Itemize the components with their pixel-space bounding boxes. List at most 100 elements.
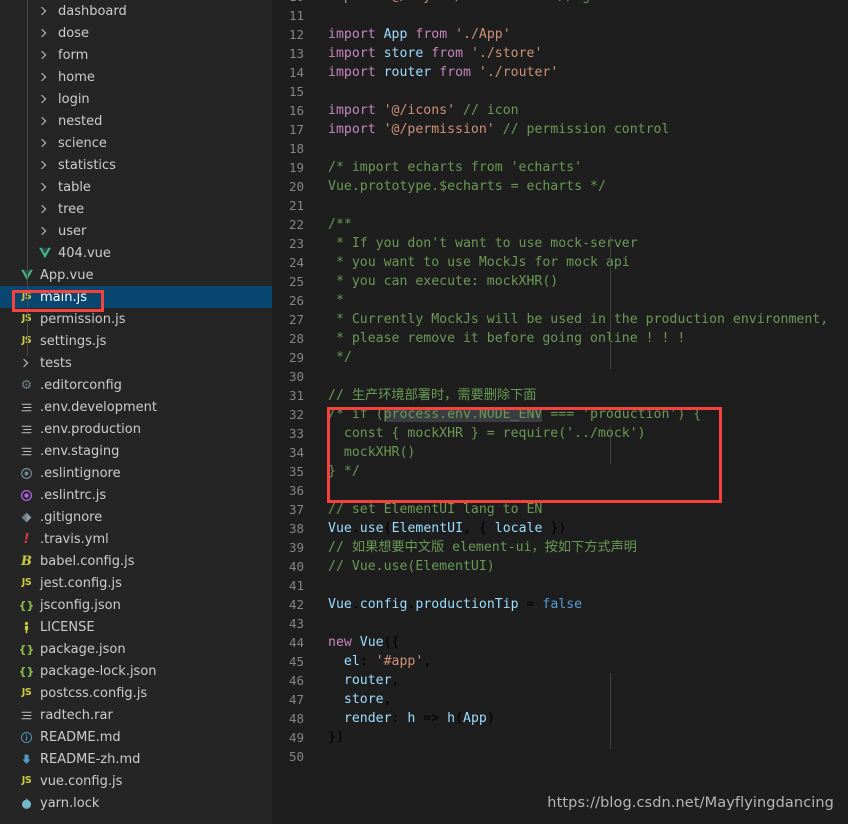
code-line-text[interactable]: * you can execute: mockXHR()	[318, 272, 848, 291]
code-line[interactable]: 17 import '@/permission' // permission co…	[272, 120, 848, 139]
sidebar-item-vue-config-js[interactable]: JS vue.config.js	[0, 770, 272, 792]
code-line-text[interactable]: * If you don't want to use mock-server	[318, 234, 848, 253]
code-line-text[interactable]: // Vue.use(ElementUI)	[318, 557, 848, 576]
code-line-text[interactable]: mockXHR()	[318, 443, 848, 462]
code-editor[interactable]: 10import '@/styles/index.scss' // global…	[272, 0, 848, 824]
sidebar-item-tree[interactable]: tree	[0, 198, 272, 220]
sidebar-item-babel-config-js[interactable]: Bbabel.config.js	[0, 550, 272, 572]
sidebar-item-settings-js[interactable]: JSsettings.js	[0, 330, 272, 352]
sidebar-item-package-json[interactable]: {} package.json	[0, 638, 272, 660]
chevron-right-icon[interactable]	[36, 203, 49, 216]
sidebar-item-license[interactable]: LICENSE	[0, 616, 272, 638]
code-line-text[interactable]: */	[318, 348, 848, 367]
sidebar-item-travis-yml[interactable]: ! .travis.yml	[0, 528, 272, 550]
code-line[interactable]: 22 /**	[272, 215, 848, 234]
code-line-text[interactable]: // 如果想要中文版 element-ui，按如下方式声明	[318, 538, 848, 557]
code-line-text[interactable]: import '@/permission' // permission cont…	[318, 120, 848, 139]
code-line-text[interactable]: Vue.use(ElementUI, { locale })	[318, 519, 848, 538]
code-line[interactable]: 28 * please remove it before going onlin…	[272, 329, 848, 348]
code-line-text[interactable]: import store from './store'	[318, 44, 848, 63]
code-line[interactable]: 35} */	[272, 462, 848, 481]
file-explorer-sidebar[interactable]: dashboard dose form home login nested science s…	[0, 0, 272, 824]
code-line[interactable]: 32 /* if (process.env.NODE_ENV === 'produ…	[272, 405, 848, 424]
code-line[interactable]: 36	[272, 481, 848, 500]
code-line[interactable]: 16 import '@/icons' // icon	[272, 101, 848, 120]
chevron-right-icon[interactable]	[36, 225, 49, 238]
code-line[interactable]: 49})	[272, 728, 848, 747]
code-line-text[interactable]: Vue.config.productionTip = false	[318, 595, 848, 614]
chevron-right-icon[interactable]	[36, 159, 49, 172]
code-line-text[interactable]: /**	[318, 215, 848, 234]
chevron-right-icon[interactable]	[36, 181, 49, 194]
code-line[interactable]: 14 import router from './router'	[272, 63, 848, 82]
code-line[interactable]: 23 * If you don't want to use mock-serve…	[272, 234, 848, 253]
code-line[interactable]: 15	[272, 82, 848, 101]
sidebar-item-jsconfig-json[interactable]: {} jsconfig.json	[0, 594, 272, 616]
sidebar-item-readme-md[interactable]: README.md	[0, 726, 272, 748]
sidebar-item-radtech-rar[interactable]: radtech.rar	[0, 704, 272, 726]
code-line-text[interactable]: // set ElementUI lang to EN	[318, 500, 848, 519]
code-line[interactable]: 33 const { mockXHR } = require('../mock'…	[272, 424, 848, 443]
code-line[interactable]: 38 Vue.use(ElementUI, { locale })	[272, 519, 848, 538]
sidebar-item-tests[interactable]: tests	[0, 352, 272, 374]
code-line[interactable]: 50	[272, 747, 848, 766]
chevron-right-icon[interactable]	[36, 137, 49, 150]
code-line[interactable]: 40 // Vue.use(ElementUI)	[272, 557, 848, 576]
sidebar-item-app-vue[interactable]: App.vue	[0, 264, 272, 286]
code-line[interactable]: 34 mockXHR()	[272, 443, 848, 462]
code-content[interactable]: 10import '@/styles/index.scss' // global…	[272, 0, 848, 766]
code-line[interactable]: 48 render: h => h(App)	[272, 709, 848, 728]
sidebar-item-yarn-lock[interactable]: yarn.lock	[0, 792, 272, 814]
sidebar-item-table[interactable]: table	[0, 176, 272, 198]
sidebar-item-home[interactable]: home	[0, 66, 272, 88]
sidebar-item-readme-zh-md[interactable]: README-zh.md	[0, 748, 272, 770]
code-line-text[interactable]: /* if (process.env.NODE_ENV === 'product…	[318, 405, 848, 424]
code-line-text[interactable]: el: '#app',	[318, 652, 848, 671]
code-line[interactable]: 29 */	[272, 348, 848, 367]
code-line-text[interactable]: render: h => h(App)	[318, 709, 848, 728]
code-line[interactable]: 26 *	[272, 291, 848, 310]
sidebar-item-user[interactable]: user	[0, 220, 272, 242]
sidebar-item-main-js[interactable]: JSmain.js	[0, 286, 272, 308]
code-line-text[interactable]: })	[318, 728, 848, 747]
sidebar-item-404-vue[interactable]: 404.vue	[0, 242, 272, 264]
code-line[interactable]: 43	[272, 614, 848, 633]
code-line-text[interactable]: store,	[318, 690, 848, 709]
code-line[interactable]: 30	[272, 367, 848, 386]
code-line-text[interactable]: router,	[318, 671, 848, 690]
code-line-text[interactable]: Vue.prototype.$echarts = echarts */	[318, 177, 848, 196]
code-line[interactable]: 44 new Vue({	[272, 633, 848, 652]
sidebar-item-jest-config-js[interactable]: JS jest.config.js	[0, 572, 272, 594]
sidebar-item-env-production[interactable]: .env.production	[0, 418, 272, 440]
code-line[interactable]: 21	[272, 196, 848, 215]
code-line[interactable]: 24 * you want to use MockJs for mock api	[272, 253, 848, 272]
code-line[interactable]: 13 import store from './store'	[272, 44, 848, 63]
chevron-right-icon[interactable]	[36, 71, 49, 84]
chevron-right-icon[interactable]	[18, 357, 31, 370]
code-line[interactable]: 47 store,	[272, 690, 848, 709]
sidebar-item-postcss-config-js[interactable]: JS postcss.config.js	[0, 682, 272, 704]
sidebar-item-gitignore[interactable]: .gitignore	[0, 506, 272, 528]
sidebar-item-science[interactable]: science	[0, 132, 272, 154]
code-line-text[interactable]: import '@/icons' // icon	[318, 101, 848, 120]
code-line[interactable]: 20 Vue.prototype.$echarts = echarts */	[272, 177, 848, 196]
sidebar-item-form[interactable]: form	[0, 44, 272, 66]
sidebar-item-statistics[interactable]: statistics	[0, 154, 272, 176]
sidebar-item-permission-js[interactable]: JSpermission.js	[0, 308, 272, 330]
code-line[interactable]: 39 // 如果想要中文版 element-ui，按如下方式声明	[272, 538, 848, 557]
sidebar-item-env-staging[interactable]: .env.staging	[0, 440, 272, 462]
code-line-text[interactable]: const { mockXHR } = require('../mock')	[318, 424, 848, 443]
code-line[interactable]: 19 /* import echarts from 'echarts'	[272, 158, 848, 177]
code-line-text[interactable]: * you want to use MockJs for mock api	[318, 253, 848, 272]
code-line[interactable]: 37 // set ElementUI lang to EN	[272, 500, 848, 519]
sidebar-item-package-lock-json[interactable]: {} package-lock.json	[0, 660, 272, 682]
sidebar-item-eslintrc-js[interactable]: .eslintrc.js	[0, 484, 272, 506]
sidebar-item-login[interactable]: login	[0, 88, 272, 110]
code-line-text[interactable]: * please remove it before going online !…	[318, 329, 848, 348]
code-line[interactable]: 45 el: '#app',	[272, 652, 848, 671]
chevron-right-icon[interactable]	[36, 49, 49, 62]
code-line[interactable]: 12 import App from './App'	[272, 25, 848, 44]
code-line[interactable]: 18	[272, 139, 848, 158]
sidebar-item-editorconfig[interactable]: ⚙ .editorconfig	[0, 374, 272, 396]
code-line[interactable]: 42 Vue.config.productionTip = false	[272, 595, 848, 614]
